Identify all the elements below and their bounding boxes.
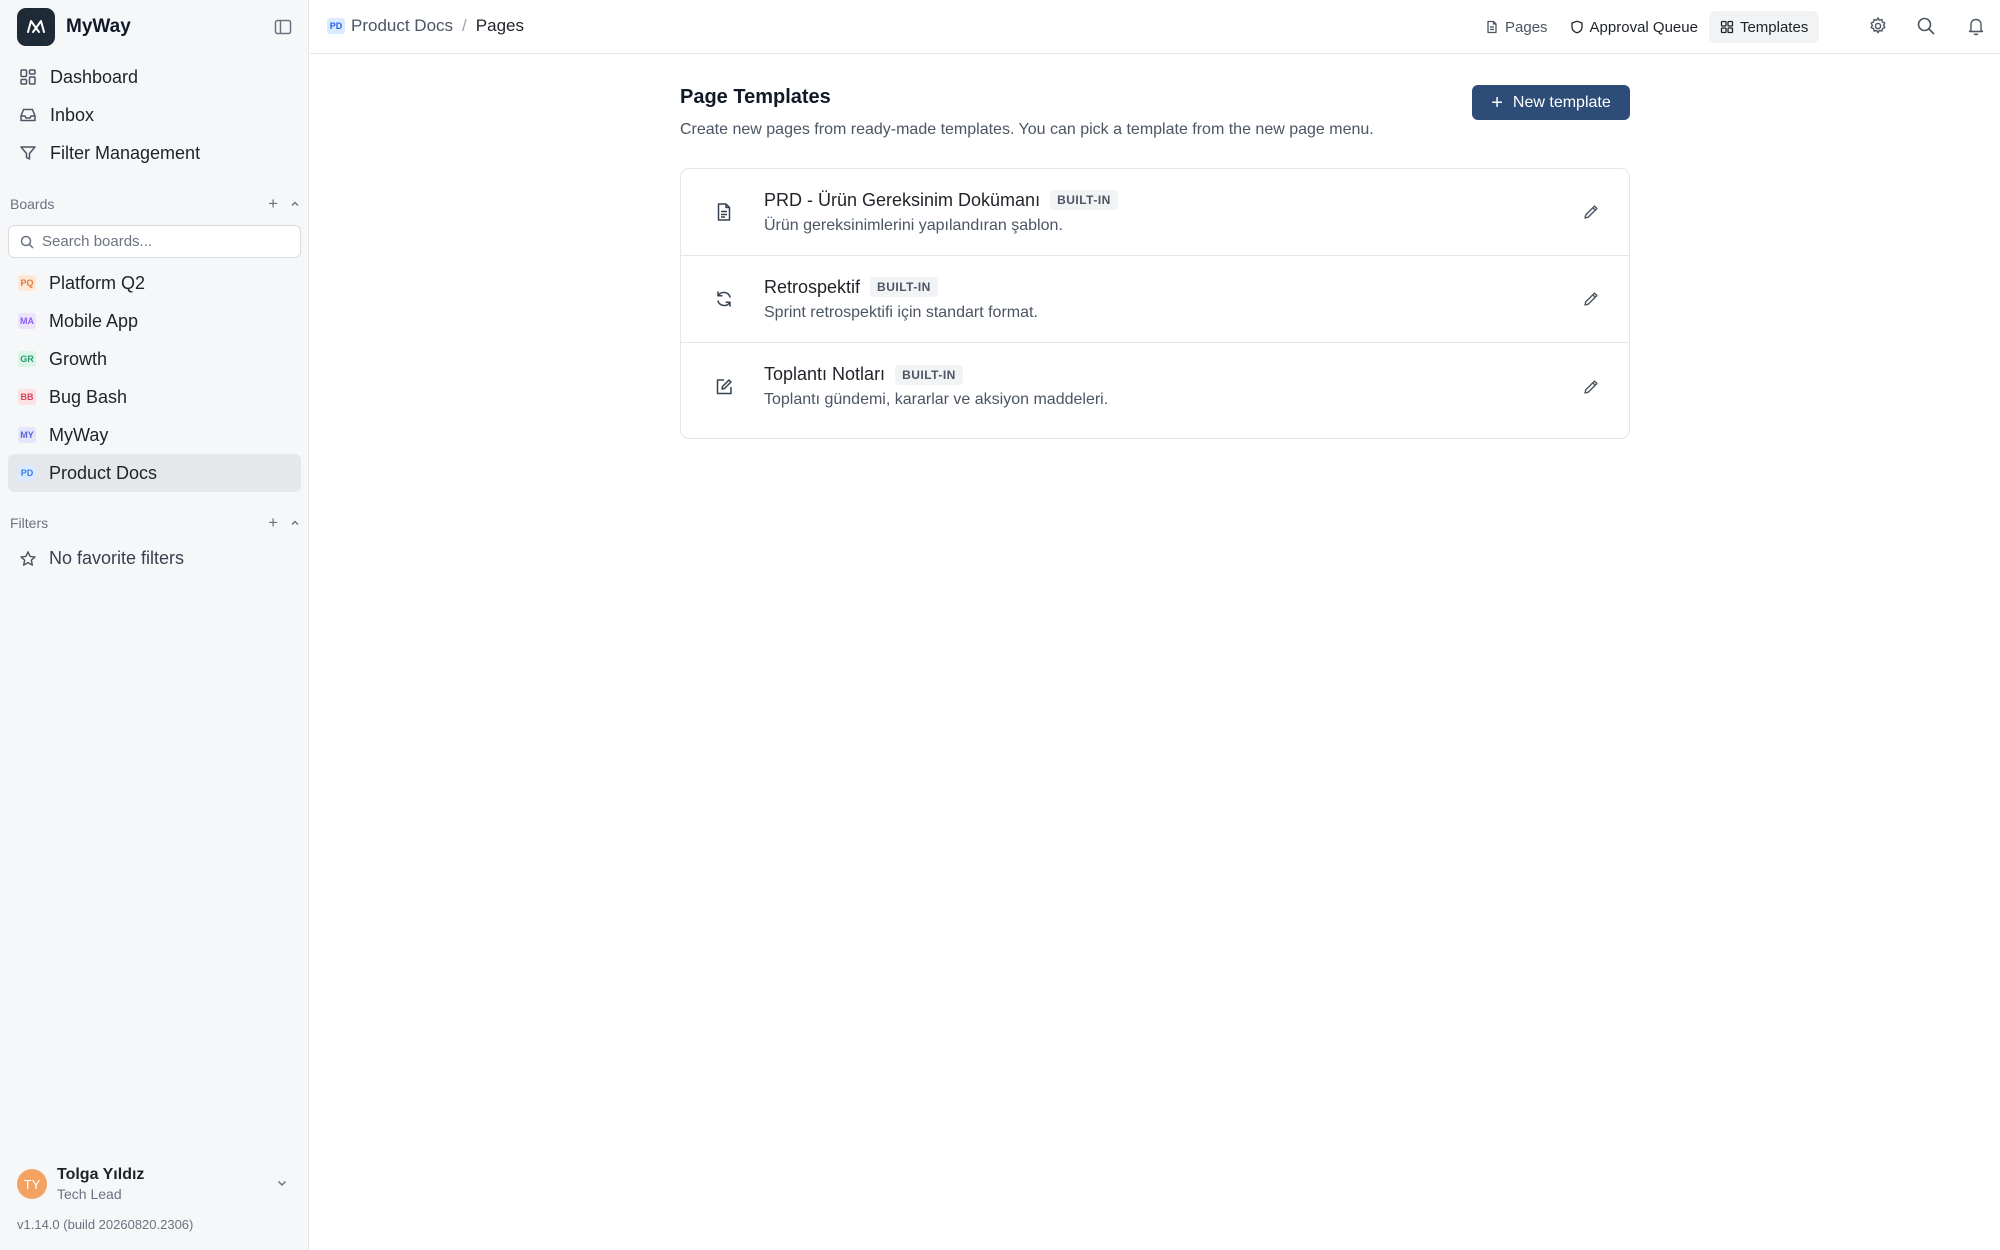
boards-section-header: Boards + (10, 195, 300, 212)
board-item-myway[interactable]: MY MyWay (8, 416, 301, 454)
template-row-prd[interactable]: PRD - Ürün Gereksinim Dokümanı BUILT-IN … (681, 169, 1629, 256)
filters-section-header: Filters + (10, 514, 300, 531)
board-label: Bug Bash (49, 386, 128, 407)
breadcrumb-current: Pages (475, 16, 524, 35)
view-tabs: Pages Approval Queue Templates (1474, 10, 1820, 44)
board-item-product-docs[interactable]: PD Product Docs (8, 454, 301, 492)
notification-bell-icon[interactable] (1966, 16, 1986, 36)
board-label: Product Docs (49, 462, 158, 483)
user-menu[interactable]: TY Tolga Yıldız Tech Lead (17, 1164, 293, 1204)
new-template-button[interactable]: + New template (1472, 85, 1630, 120)
sidebar-toggle-icon[interactable] (274, 18, 292, 36)
built-in-badge: BUILT-IN (870, 277, 938, 297)
built-in-badge: BUILT-IN (1050, 190, 1118, 210)
search-icon[interactable] (1916, 16, 1936, 36)
boards-list: PQ Platform Q2 MA Mobile App GR Growth B… (8, 264, 301, 492)
chevron-up-icon[interactable] (290, 199, 300, 209)
top-bar: PD Product Docs / Pages Pages Approval Q… (310, 0, 2000, 54)
template-description: Ürün gereksinimlerini yapılandıran şablo… (764, 216, 1063, 234)
plus-icon: + (1491, 91, 1503, 114)
nav-item-inbox[interactable]: Inbox (8, 96, 301, 134)
file-icon (1487, 20, 1497, 34)
templates-list: PRD - Ürün Gereksinim Dokümanı BUILT-IN … (680, 168, 1630, 439)
template-description: Sprint retrospektifi için standart forma… (764, 303, 1038, 321)
board-item-growth[interactable]: GR Growth (8, 340, 301, 378)
template-row-toplanti-notlari[interactable]: Toplantı Notları BUILT-IN Toplantı günde… (681, 343, 1629, 430)
tab-label: Approval Queue (1589, 18, 1698, 36)
board-badge: PQ (18, 275, 36, 291)
board-badge: MY (18, 427, 36, 443)
inbox-icon (20, 108, 36, 122)
star-icon (20, 550, 36, 566)
edit-pencil-icon[interactable] (1581, 377, 1601, 397)
no-filters-label: No favorite filters (49, 548, 185, 568)
template-description: Toplantı gündemi, kararlar ve aksiyon ma… (764, 391, 1109, 408)
template-title: Toplantı Notları (764, 364, 886, 384)
board-badge: GR (18, 351, 36, 367)
add-filter-icon[interactable]: + (268, 514, 278, 531)
filters-heading: Filters (10, 514, 49, 531)
dashboard-icon (20, 69, 36, 85)
settings-gear-icon[interactable] (1868, 16, 1888, 36)
template-title: PRD - Ürün Gereksinim Dokümanı (764, 189, 1041, 210)
board-label: Growth (49, 348, 108, 369)
edit-pencil-icon[interactable] (1581, 289, 1601, 309)
app-version: v1.14.0 (build 20260820.2306) (17, 1217, 194, 1232)
refresh-icon (717, 291, 731, 307)
filter-icon (20, 146, 36, 160)
breadcrumb: PD Product Docs / Pages (327, 16, 524, 36)
grid-icon (1720, 20, 1734, 34)
user-name: Tolga Yıldız (57, 1166, 145, 1183)
tab-label: Templates (1739, 18, 1809, 36)
tab-label: Pages (1505, 18, 1548, 36)
tab-approval-queue[interactable]: Approval Queue (1559, 11, 1709, 43)
board-label: MyWay (49, 424, 109, 445)
nav-label: Filter Management (50, 142, 201, 163)
tab-pages[interactable]: Pages (1474, 11, 1559, 43)
add-board-icon[interactable]: + (268, 195, 278, 212)
no-favorite-filters: No favorite filters (19, 548, 184, 569)
breadcrumb-board-badge: PD (327, 18, 345, 34)
board-item-mobile-app[interactable]: MA Mobile App (8, 302, 301, 340)
board-badge: BB (18, 389, 36, 405)
board-item-bug-bash[interactable]: BB Bug Bash (8, 378, 301, 416)
breadcrumb-separator: / (462, 16, 467, 35)
tab-templates[interactable]: Templates (1708, 11, 1820, 43)
board-item-platform-q2[interactable]: PQ Platform Q2 (8, 264, 301, 302)
breadcrumb-parent[interactable]: Product Docs (351, 16, 453, 36)
chevron-up-icon[interactable] (290, 518, 300, 528)
search-boards-field[interactable] (8, 225, 301, 258)
avatar: TY (17, 1169, 47, 1199)
search-icon (20, 235, 34, 249)
edit-note-icon (716, 378, 732, 394)
brand-logo-icon (17, 8, 55, 46)
app-name: MyWay (66, 16, 131, 37)
document-icon (717, 203, 731, 221)
sidebar: MyWay Dashboard Inbox Filter Management (0, 0, 309, 1250)
page-subtitle: Create new pages from ready-made templat… (680, 121, 1374, 138)
template-title: Retrospektif (764, 276, 861, 297)
board-label: Platform Q2 (49, 272, 146, 293)
board-label: Mobile App (49, 310, 139, 331)
page-title: Page Templates (680, 86, 831, 108)
board-badge: PD (18, 465, 36, 481)
nav-label: Inbox (50, 104, 95, 125)
new-template-label: New template (1512, 93, 1611, 111)
built-in-badge: BUILT-IN (895, 364, 963, 385)
edit-pencil-icon[interactable] (1581, 202, 1601, 222)
main-nav: Dashboard Inbox Filter Management (8, 58, 301, 172)
chevron-down-icon[interactable] (275, 1176, 289, 1190)
brand[interactable]: MyWay (17, 8, 131, 46)
nav-item-dashboard[interactable]: Dashboard (8, 58, 301, 96)
shield-icon (1570, 20, 1583, 34)
nav-item-filter-management[interactable]: Filter Management (8, 134, 301, 172)
user-role: Tech Lead (57, 1186, 122, 1202)
boards-heading: Boards (10, 195, 55, 212)
nav-label: Dashboard (50, 66, 139, 87)
template-row-retrospektif[interactable]: Retrospektif BUILT-IN Sprint retrospekti… (681, 256, 1629, 343)
board-badge: MA (18, 313, 36, 329)
search-boards-input[interactable] (42, 233, 282, 250)
